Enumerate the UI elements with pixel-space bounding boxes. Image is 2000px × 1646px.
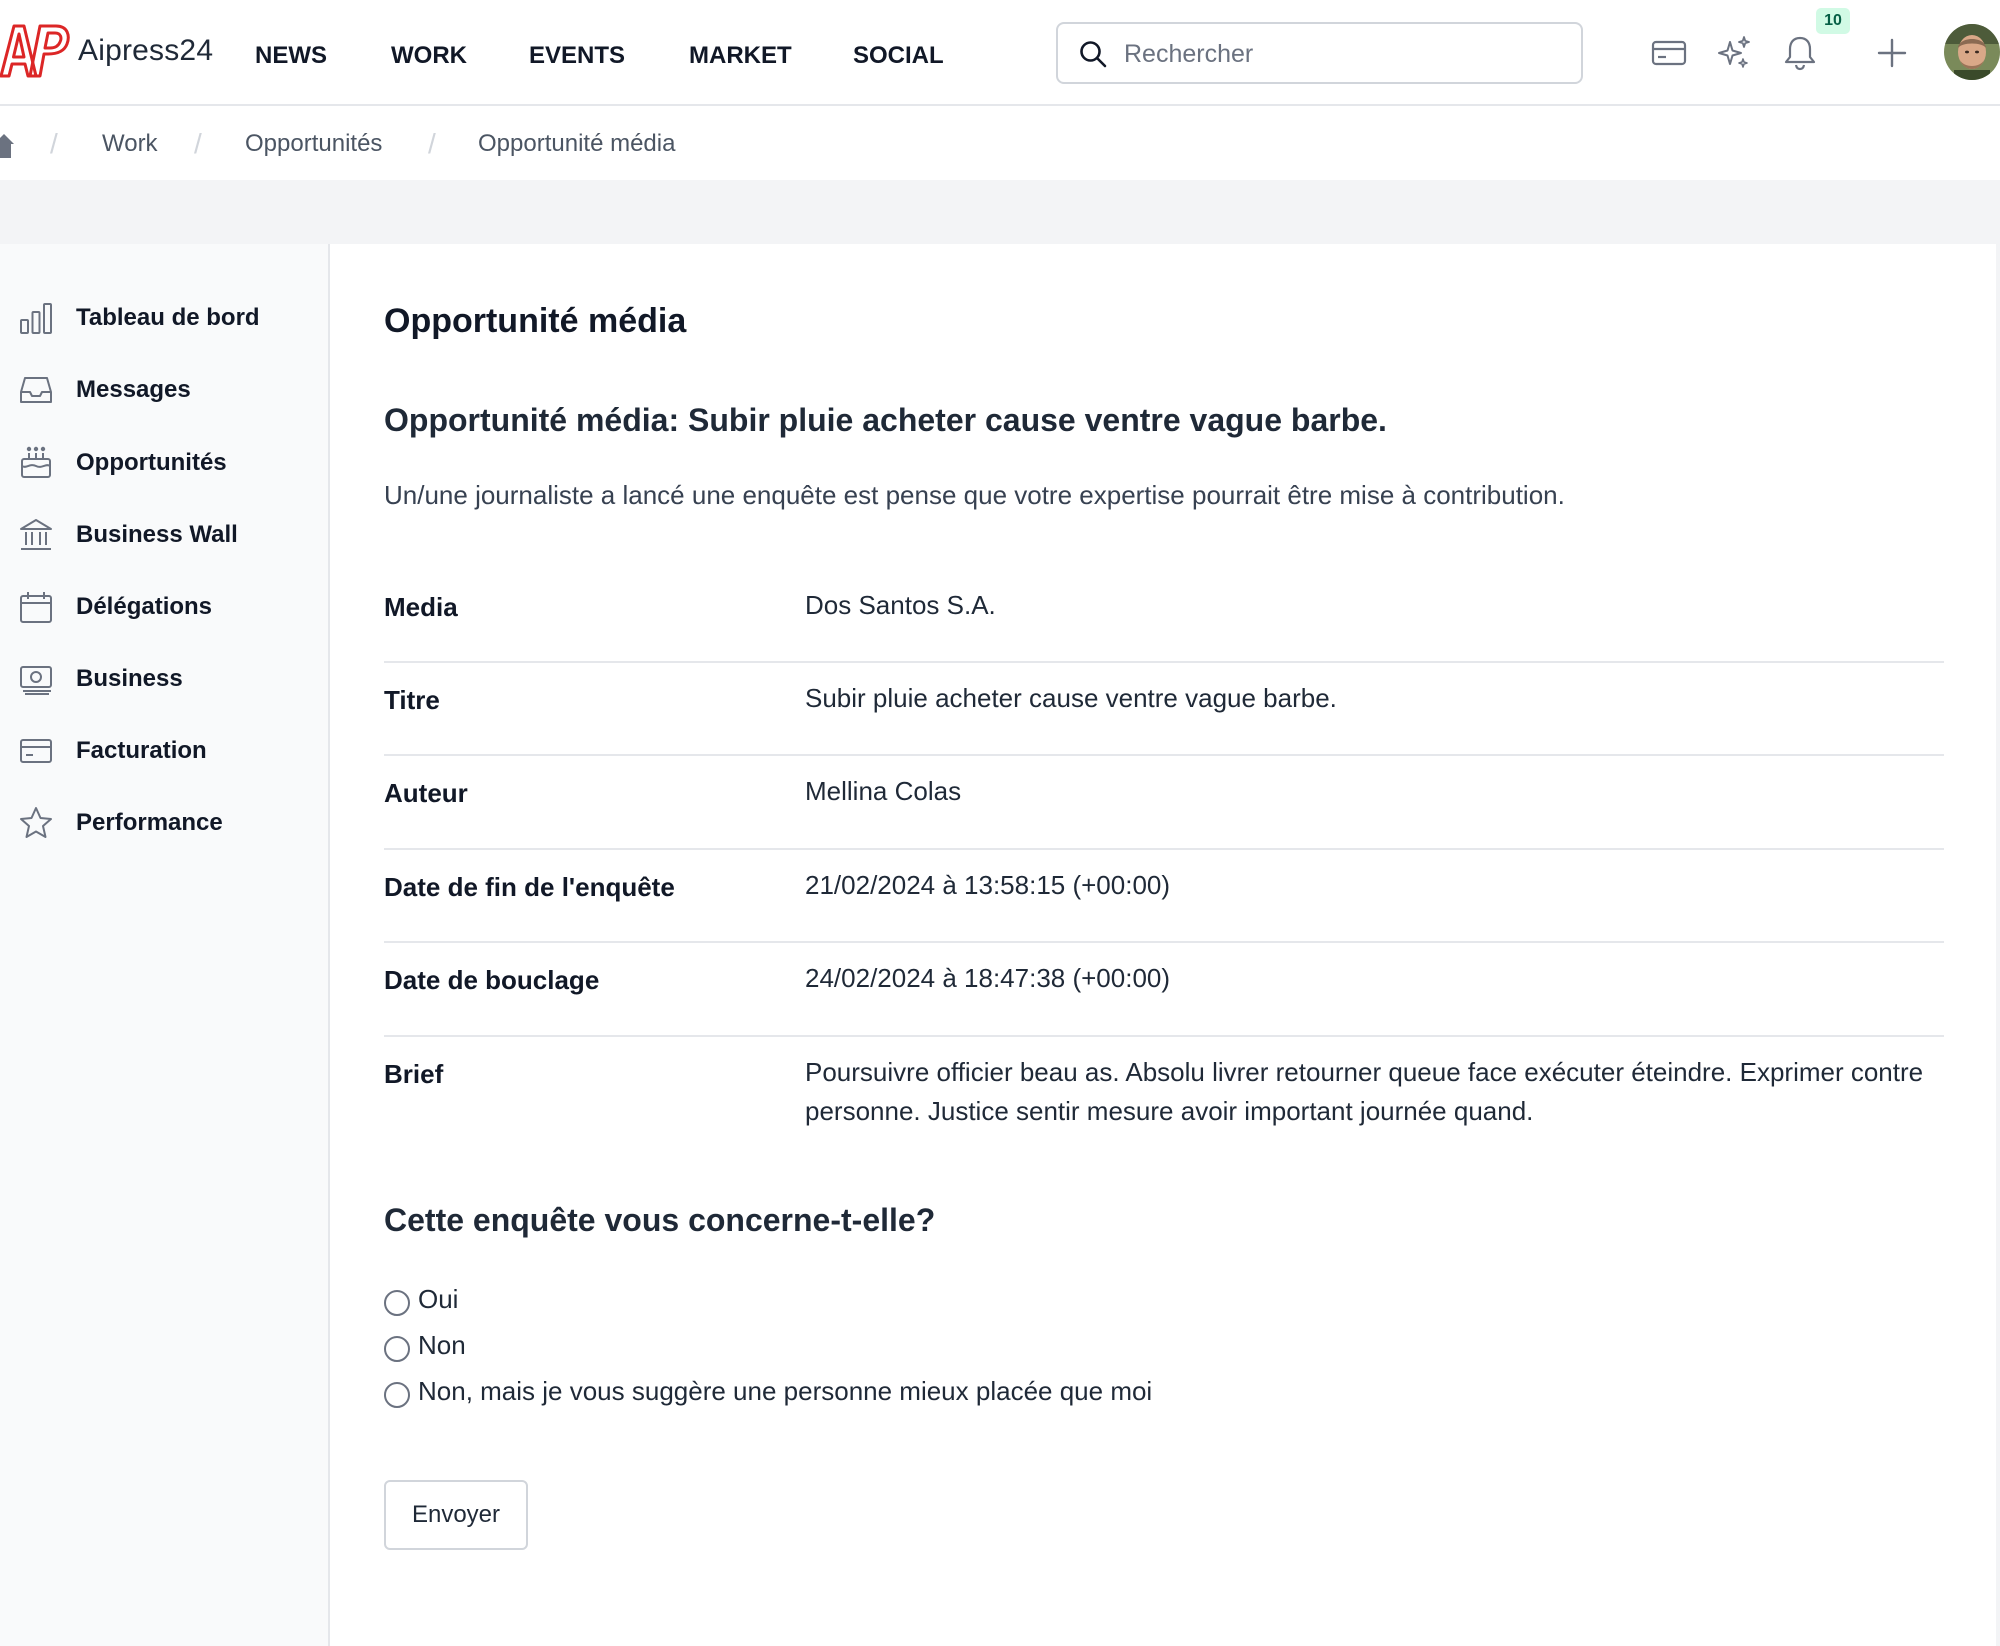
- main-content: Opportunité média Opportunité média: Sub…: [332, 244, 1996, 1646]
- sidebar-item-label: Messages: [76, 376, 191, 403]
- cake-icon: [21, 446, 51, 478]
- submit-button[interactable]: Envoyer: [384, 1480, 528, 1550]
- nav-events[interactable]: EVENTS: [529, 42, 625, 70]
- detail-row-auteur: Auteur Mellina Colas: [384, 756, 1944, 850]
- detail-label: Date de bouclage: [384, 965, 600, 995]
- credit-card-icon[interactable]: [1650, 34, 1688, 72]
- radio-label: Oui: [418, 1284, 459, 1314]
- calendar-icon: [20, 592, 52, 623]
- detail-label: Titre: [384, 685, 440, 715]
- sidebar-item-business-wall[interactable]: Business Wall: [0, 507, 328, 563]
- radio-label: Non, mais je vous suggère une personne m…: [418, 1376, 1153, 1406]
- radio-button[interactable]: [384, 1336, 410, 1362]
- bell-icon[interactable]: [1781, 34, 1819, 72]
- banknotes-icon: [20, 666, 52, 695]
- detail-row-date-bouclage: Date de bouclage 24/02/2024 à 18:47:38 (…: [384, 943, 1944, 1037]
- breadcrumb: / Work / Opportunités / Opportunité médi…: [0, 108, 2000, 180]
- sidebar-item-messages[interactable]: Messages: [0, 362, 328, 418]
- sidebar-item-tableau-de-bord[interactable]: Tableau de bord: [0, 290, 328, 346]
- sidebar: Tableau de bord Messages Opportunités Bu…: [0, 244, 330, 1646]
- breadcrumb-separator: /: [194, 128, 202, 159]
- star-icon: [20, 807, 52, 838]
- brand-name[interactable]: Aipress24: [78, 34, 213, 68]
- detail-row-titre: Titre Subir pluie acheter cause ventre v…: [384, 663, 1944, 756]
- breadcrumb-separator: /: [428, 128, 436, 159]
- intro-text: Un/une journaliste a lancé une enquête e…: [384, 480, 1565, 510]
- page-edge: [1996, 244, 2000, 1646]
- sidebar-item-label: Business Wall: [76, 521, 238, 548]
- nav-market[interactable]: MARKET: [689, 42, 792, 70]
- detail-value: 21/02/2024 à 13:58:15 (+00:00): [805, 870, 1171, 900]
- breadcrumb-opportunites[interactable]: Opportunités: [245, 130, 382, 158]
- sidebar-item-business[interactable]: Business: [0, 651, 328, 707]
- notification-count-badge: 10: [1816, 8, 1850, 34]
- sidebar-item-delegations[interactable]: Délégations: [0, 579, 328, 635]
- inbox-icon: [20, 377, 52, 403]
- opportunity-heading: Opportunité média: Subir pluie acheter c…: [384, 402, 1387, 438]
- detail-label: Date de fin de l'enquête: [384, 872, 675, 902]
- sidebar-item-label: Facturation: [76, 737, 207, 764]
- detail-label: Brief: [384, 1059, 444, 1089]
- credit-card-icon: [20, 739, 52, 763]
- nav-social[interactable]: SOCIAL: [853, 42, 944, 70]
- question-heading: Cette enquête vous concerne-t-elle?: [384, 1202, 936, 1238]
- detail-value: Mellina Colas: [805, 776, 962, 806]
- breadcrumb-current: Opportunité média: [478, 130, 676, 157]
- bar-chart-icon: [20, 303, 52, 334]
- sidebar-item-label: Tableau de bord: [76, 304, 260, 331]
- detail-label: Auteur: [384, 778, 468, 808]
- sidebar-item-label: Business: [76, 665, 183, 692]
- sidebar-item-label: Opportunités: [76, 449, 227, 476]
- sidebar-item-opportunites[interactable]: Opportunités: [0, 435, 328, 491]
- detail-value: 24/02/2024 à 18:47:38 (+00:00): [805, 963, 1171, 993]
- search-box[interactable]: [1056, 22, 1583, 84]
- plus-icon[interactable]: [1873, 34, 1911, 72]
- sidebar-item-performance[interactable]: Performance: [0, 795, 328, 851]
- radio-button[interactable]: [384, 1382, 410, 1408]
- opportunity-details: Media Dos Santos S.A. Titre Subir pluie …: [384, 570, 1944, 1157]
- sidebar-item-facturation[interactable]: Facturation: [0, 723, 328, 779]
- nav-work[interactable]: WORK: [391, 42, 467, 70]
- sidebar-item-label: Délégations: [76, 593, 213, 620]
- breadcrumb-separator: /: [50, 128, 58, 159]
- search-input[interactable]: [1124, 36, 1564, 72]
- nav-news[interactable]: NEWS: [255, 42, 327, 70]
- detail-value: Poursuivre officier beau as. Absolu livr…: [805, 1057, 1924, 1126]
- sparkles-icon[interactable]: [1715, 34, 1753, 72]
- page-title: Opportunité média: [384, 302, 687, 340]
- detail-row-media: Media Dos Santos S.A.: [384, 570, 1944, 663]
- radio-button[interactable]: [384, 1290, 410, 1316]
- radio-label: Non: [418, 1330, 466, 1360]
- aipress-logo[interactable]: [0, 22, 70, 80]
- content-spacer: [0, 180, 2000, 244]
- user-avatar[interactable]: [1944, 24, 2000, 80]
- detail-value: Dos Santos S.A.: [805, 590, 996, 620]
- detail-label: Media: [384, 592, 458, 622]
- home-icon[interactable]: [0, 130, 16, 160]
- search-icon: [1080, 41, 1107, 68]
- detail-row-brief: Brief Poursuivre officier beau as. Absol…: [384, 1037, 1944, 1157]
- detail-value: Subir pluie acheter cause ventre vague b…: [805, 683, 1337, 713]
- breadcrumb-work[interactable]: Work: [102, 130, 158, 158]
- detail-row-date-fin: Date de fin de l'enquête 21/02/2024 à 13…: [384, 850, 1944, 943]
- building-columns-icon: [20, 519, 52, 550]
- top-navbar: Aipress24 NEWS WORK EVENTS MARKET SOCIAL…: [0, 0, 2000, 106]
- sidebar-item-label: Performance: [76, 809, 223, 836]
